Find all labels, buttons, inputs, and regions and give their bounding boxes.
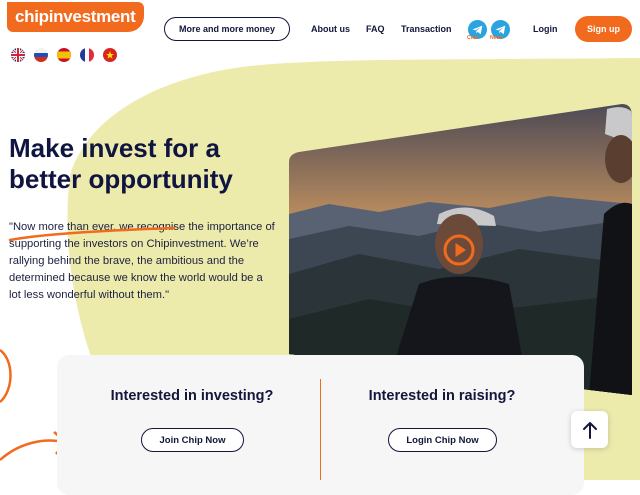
russia-flag-icon[interactable] xyxy=(34,48,48,62)
play-icon[interactable] xyxy=(443,234,475,266)
logo[interactable]: chipinvestment xyxy=(7,2,144,32)
nav-about-us[interactable]: About us xyxy=(311,24,350,34)
spain-flag-icon[interactable] xyxy=(57,48,71,62)
signup-button[interactable]: Sign up xyxy=(575,16,632,42)
telegram-news-label: News xyxy=(490,35,504,41)
telegram-chat-label: Chat xyxy=(467,35,479,41)
vietnam-flag-icon[interactable] xyxy=(103,48,117,62)
nav-faq[interactable]: FAQ xyxy=(366,24,385,34)
uk-flag-icon[interactable] xyxy=(11,48,25,62)
arrow-up-icon xyxy=(582,421,597,439)
more-money-button[interactable]: More and more money xyxy=(164,17,290,41)
join-chip-button[interactable]: Join Chip Now xyxy=(141,428,244,452)
nav-login[interactable]: Login xyxy=(533,24,558,34)
france-flag-icon[interactable] xyxy=(80,48,94,62)
raising-title: Interested in raising? xyxy=(368,388,516,404)
telegram-plane-icon xyxy=(495,25,506,34)
hero-title: Make invest for a better opportunity xyxy=(9,133,233,194)
brush-underline-decoration xyxy=(8,226,176,242)
login-chip-button[interactable]: Login Chip Now xyxy=(388,428,497,452)
scroll-to-top-button[interactable] xyxy=(571,411,608,448)
language-selector xyxy=(11,48,117,62)
nav-transaction[interactable]: Transaction xyxy=(401,24,452,34)
telegram-plane-icon xyxy=(472,25,483,34)
card-divider xyxy=(320,379,321,480)
investing-title: Interested in investing? xyxy=(110,388,274,404)
